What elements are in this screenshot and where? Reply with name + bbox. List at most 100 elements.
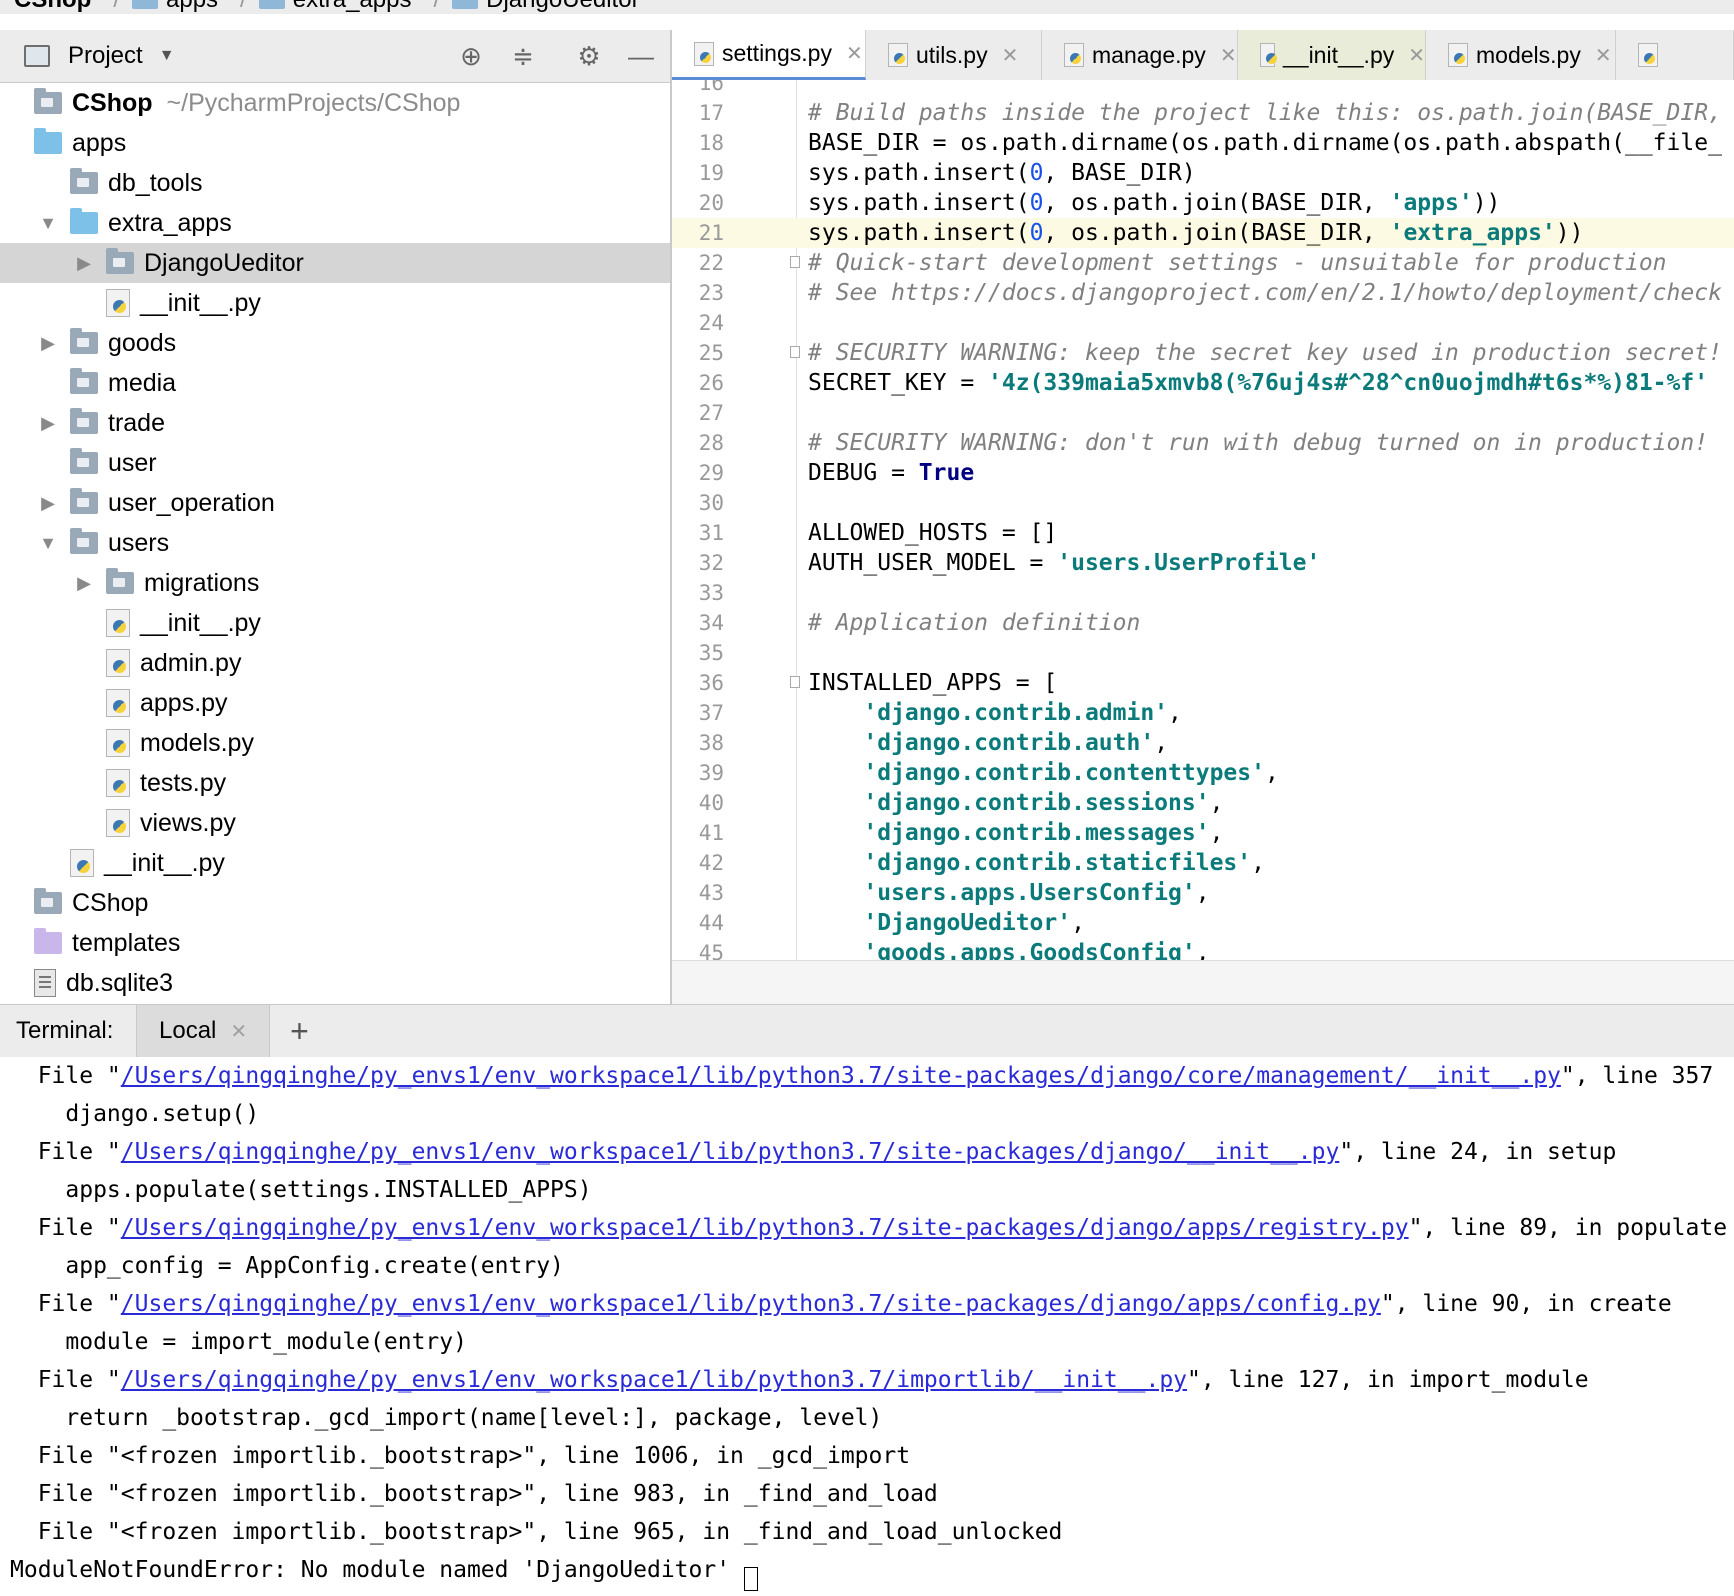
code-editor[interactable]: 16 17 # Build paths inside the project lik… — [672, 80, 1734, 960]
breadcrumb-item[interactable]: extra_apps — [258, 0, 411, 14]
close-icon[interactable]: ✕ — [1220, 43, 1237, 68]
tree-item[interactable]: models.py — [0, 723, 670, 763]
fold-marker-icon[interactable] — [790, 676, 800, 688]
tree-item-label: DjangoUeditor — [144, 248, 304, 277]
editor-tab-label: manage.py — [1092, 41, 1206, 68]
code-line: 25 # SECURITY WARNING: keep the secret ke… — [672, 338, 1734, 368]
code-token: , — [1071, 910, 1085, 936]
terminal-text: ModuleNotFoundError: No module named 'Dj… — [10, 1557, 731, 1583]
terminal-text: ", line 89, in populate — [1408, 1215, 1728, 1241]
code-text: sys.path.insert(0, os.path.join(BASE_DIR… — [808, 218, 1583, 248]
tree-item[interactable]: ▼ extra_apps — [0, 203, 670, 243]
tree-item[interactable]: ▶ goods — [0, 323, 670, 363]
folder-badge — [77, 418, 89, 427]
tree-item[interactable]: ▶ migrations — [0, 563, 670, 603]
expanded-arrow-icon[interactable]: ▼ — [38, 533, 58, 554]
folder-icon — [258, 0, 285, 9]
close-icon[interactable]: ✕ — [1002, 43, 1019, 68]
collapsed-arrow-icon[interactable]: ▶ — [38, 333, 58, 354]
folder-icon — [70, 328, 98, 354]
collapsed-arrow-icon[interactable]: ▶ — [38, 413, 58, 434]
tree-item[interactable]: CShop — [0, 883, 670, 923]
editor-tab-overflow[interactable] — [1616, 30, 1734, 80]
terminal-label: Terminal: — [16, 1017, 114, 1044]
code-token: , — [1195, 940, 1210, 960]
code-token: # SECURITY WARNING: keep the secret key … — [808, 340, 1722, 366]
folder-badge — [113, 578, 125, 587]
close-icon[interactable]: ✕ — [846, 41, 863, 66]
breadcrumb-item[interactable]: CShop — [14, 0, 91, 14]
fold-marker-icon[interactable] — [790, 346, 800, 358]
collapsed-arrow-icon[interactable]: ▶ — [74, 253, 94, 274]
terminal-file-link[interactable]: /Users/qingqinghe/py_envs1/env_workspace… — [121, 1063, 1561, 1089]
collapse-all-icon[interactable]: ≑ — [508, 41, 538, 71]
tree-item-label: apps.py — [140, 688, 228, 717]
line-number: 37 — [698, 701, 724, 725]
hide-panel-icon[interactable]: — — [626, 41, 656, 71]
line-number: 30 — [698, 491, 724, 515]
tree-item[interactable]: admin.py — [0, 643, 670, 683]
locate-icon[interactable]: ⊕ — [456, 41, 486, 71]
new-terminal-icon[interactable]: + — [290, 1013, 309, 1050]
editor-tab[interactable]: models.py ✕ — [1426, 30, 1616, 80]
fold-marker-icon[interactable] — [790, 256, 800, 268]
editor-tab[interactable]: utils.py ✕ — [866, 30, 1042, 80]
editor-tab[interactable]: __init__.py ✕ — [1238, 30, 1426, 80]
tree-item[interactable]: ▼ users — [0, 523, 670, 563]
breadcrumb-item[interactable]: DjangoUeditor — [452, 0, 640, 14]
terminal-text: ", line 357 — [1560, 1063, 1714, 1089]
terminal-output[interactable]: File "/Users/qingqinghe/py_envs1/env_wor… — [0, 1057, 1734, 1596]
python-file-icon — [106, 769, 130, 797]
code-line: 34 # Application definition — [672, 608, 1734, 638]
tree-item[interactable]: apps.py — [0, 683, 670, 723]
tree-item[interactable]: tests.py — [0, 763, 670, 803]
terminal-file-link[interactable]: /Users/qingqinghe/py_envs1/env_workspace… — [121, 1215, 1409, 1241]
terminal-line: File "<frozen importlib._bootstrap>", li… — [10, 1475, 1734, 1513]
python-file-icon — [106, 729, 130, 757]
breadcrumb-item[interactable]: apps — [132, 0, 218, 14]
close-icon[interactable]: ✕ — [1408, 43, 1425, 68]
tree-item[interactable]: db.sqlite3 — [0, 963, 670, 1003]
tree-item[interactable]: CShop ~/PycharmProjects/CShop — [0, 83, 670, 123]
tree-item[interactable]: templates — [0, 923, 670, 963]
terminal-file-link[interactable]: /Users/qingqinghe/py_envs1/env_workspace… — [121, 1291, 1381, 1317]
tree-item-label: models.py — [140, 728, 254, 757]
code-token: 'django.contrib.auth' — [863, 730, 1155, 756]
line-number: 20 — [698, 191, 724, 215]
tree-item[interactable]: ▶ trade — [0, 403, 670, 443]
code-token: )) — [1472, 190, 1501, 216]
tree-item[interactable]: user — [0, 443, 670, 483]
python-file-icon — [1064, 43, 1084, 67]
terminal-file-link[interactable]: /Users/qingqinghe/py_envs1/env_workspace… — [121, 1367, 1187, 1393]
code-line: 43 'users.apps.UsersConfig', — [672, 878, 1734, 908]
line-number: 41 — [698, 821, 724, 845]
tree-item[interactable]: views.py — [0, 803, 670, 843]
close-icon[interactable]: ✕ — [1595, 43, 1612, 68]
tree-item[interactable]: db_tools — [0, 163, 670, 203]
tree-item[interactable]: apps — [0, 123, 670, 163]
chevron-down-icon[interactable]: ▼ — [159, 47, 175, 65]
tree-item[interactable]: ▶ DjangoUeditor — [0, 243, 670, 283]
tree-item[interactable]: ▶ user_operation — [0, 483, 670, 523]
tree-item[interactable]: __init__.py — [0, 603, 670, 643]
tree-item[interactable]: __init__.py — [0, 843, 670, 883]
terminal-file-link[interactable]: /Users/qingqinghe/py_envs1/env_workspace… — [121, 1139, 1340, 1165]
tree-item-label: users — [108, 528, 170, 557]
editor-tab[interactable]: settings.py ✕ — [672, 30, 866, 80]
line-number: 22 — [698, 251, 724, 275]
code-token: sys.path.insert( — [808, 220, 1030, 246]
close-icon[interactable]: ✕ — [230, 1019, 247, 1044]
editor-tab[interactable]: manage.py ✕ — [1042, 30, 1238, 80]
terminal-tab-local[interactable]: Local ✕ — [136, 1005, 271, 1057]
tree-item[interactable]: __init__.py — [0, 283, 670, 323]
tree-item-label: admin.py — [140, 648, 242, 677]
collapsed-arrow-icon[interactable]: ▶ — [74, 573, 94, 594]
tree-item[interactable]: media — [0, 363, 670, 403]
code-token: 'users.UserProfile' — [1057, 550, 1321, 576]
gear-icon[interactable]: ⚙ — [574, 41, 604, 71]
collapsed-arrow-icon[interactable]: ▶ — [38, 493, 58, 514]
terminal-text: ", line 127, in import_module — [1187, 1367, 1589, 1393]
project-view-selector[interactable]: Project — [68, 42, 143, 70]
expanded-arrow-icon[interactable]: ▼ — [38, 213, 58, 234]
